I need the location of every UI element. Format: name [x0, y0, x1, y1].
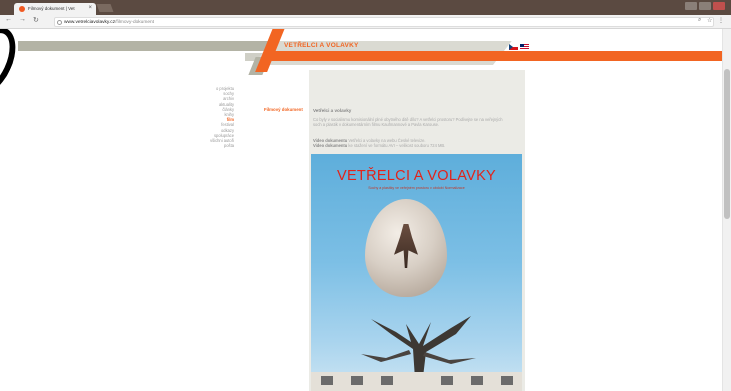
page-info-icon[interactable] — [57, 20, 62, 25]
video-link-2-label: Video dokumentu — [313, 143, 348, 148]
url-path: /filmovy-dokument — [115, 20, 155, 25]
language-switcher — [509, 44, 529, 50]
content-title: Vetřelci a volavky — [313, 108, 352, 113]
film-poster[interactable]: VETŘELCI A VOLAVKY Sochy a plastiky ve v… — [311, 154, 522, 391]
browser-toolbar: ← → ↻ www.vetrelciavolavky.cz/filmovy-do… — [0, 15, 731, 29]
czech-flag-icon[interactable] — [509, 44, 518, 50]
zoom-icon[interactable]: ⌕ — [698, 17, 701, 24]
tab-strip: Filmový dokument | Vet × — [0, 0, 731, 15]
main-menu: o projektu sochy archiv aktuality články knih… — [190, 86, 234, 148]
tab-close-icon[interactable]: × — [88, 5, 92, 11]
menu-item[interactable]: pošta — [190, 143, 234, 148]
tab-title: Filmový dokument | Vet — [28, 6, 75, 11]
maximize-button[interactable] — [699, 2, 711, 10]
site-title[interactable]: VETŘELCI A VOLAVKY — [284, 42, 359, 49]
close-window-button[interactable] — [713, 2, 725, 10]
browser-tab[interactable]: Filmový dokument | Vet × — [14, 3, 96, 15]
web-page: VETŘELCI A VOLAVKY o projektu sochy archiv… — [0, 29, 722, 391]
content-panel: Vetřelci a volavky Co byly v socialismu … — [309, 70, 525, 391]
back-arrow-icon[interactable]: ← — [5, 16, 12, 23]
english-flag-icon[interactable] — [520, 44, 529, 50]
page-scrollbar[interactable] — [722, 29, 731, 391]
address-bar[interactable]: www.vetrelciavolavky.cz/filmovy-dokument — [54, 17, 714, 27]
header-band-orange — [270, 51, 722, 61]
url-host: www.vetrelciavolavky.cz — [64, 20, 116, 25]
bookmark-star-icon[interactable]: ☆ — [707, 17, 712, 24]
video-link-2[interactable]: Video dokumentu ke stažení ve formátu AV… — [313, 143, 446, 149]
video-link-2-text: ke stažení ve formátu AVI – velikost sou… — [347, 143, 446, 148]
poster-title: VETŘELCI A VOLAVKY — [336, 168, 497, 184]
header-band-dark-grey — [18, 41, 271, 51]
section-label: Filmový dokument — [264, 107, 303, 112]
poster-subtitle: Sochy a plastiky ve veřejném prostoru v … — [368, 186, 465, 190]
browser-window: Filmový dokument | Vet × ← → ↻ www.vetre… — [0, 0, 731, 391]
minimize-button[interactable] — [685, 2, 697, 10]
building-background-image — [311, 372, 522, 391]
new-tab-button[interactable] — [96, 4, 114, 12]
window-controls — [685, 2, 725, 10]
menu-kebab-icon[interactable]: ⋮ — [718, 17, 724, 24]
reload-icon[interactable]: ↻ — [33, 16, 39, 24]
scrollbar-thumb[interactable] — [724, 69, 730, 219]
favicon-icon — [19, 6, 25, 12]
forward-arrow-icon[interactable]: → — [19, 16, 26, 23]
content-paragraph: Co byly v socialismu komisionální plné o… — [313, 117, 503, 127]
